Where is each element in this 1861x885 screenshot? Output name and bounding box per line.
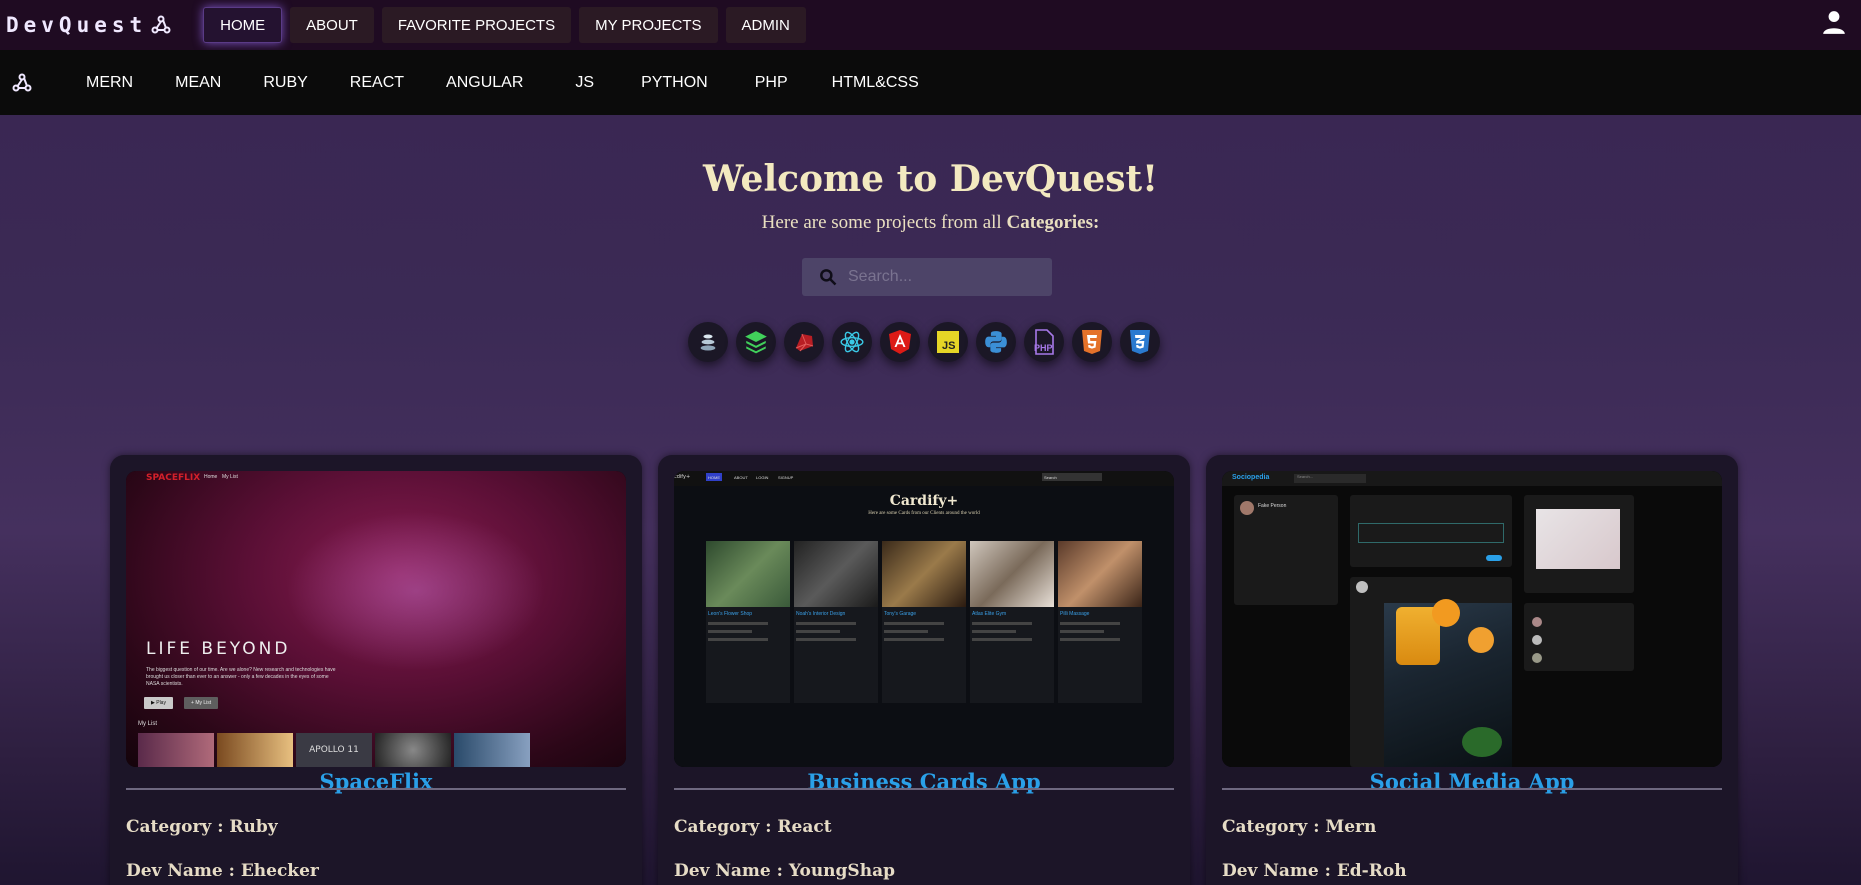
nav-about-button[interactable]: ABOUT	[290, 7, 374, 43]
webhook-icon[interactable]	[10, 71, 34, 95]
preview-mylist-button: + My List	[184, 697, 219, 709]
project-dev-name: Dev Name : Ed-Roh	[1222, 861, 1407, 881]
js-icon[interactable]: JS	[928, 322, 968, 362]
search-icon	[820, 269, 837, 286]
subtitle-text: Here are some projects from all	[761, 212, 1002, 233]
project-card[interactable]: cdify+ HOME ABOUT LOGIN SIGNUP Search Ca…	[658, 455, 1190, 885]
preview-nav-item: LOGIN	[756, 474, 769, 480]
project-title[interactable]: SpaceFlix	[126, 769, 626, 794]
category-html-css-link[interactable]: HTML&CSS	[832, 74, 919, 92]
brand-logo[interactable]: DevQuest	[6, 13, 173, 37]
project-category: Category : React	[674, 817, 832, 837]
category-mern-link[interactable]: MERN	[86, 74, 133, 92]
preview-headline: Cardify+	[889, 493, 959, 509]
preview-description: The biggest question of our time. Are we…	[146, 667, 336, 687]
project-dev-name: Dev Name : YoungShap	[674, 861, 895, 881]
preview-nav-item: Home	[204, 474, 218, 480]
preview-nav-item: SIGNUP	[778, 474, 794, 480]
nav-admin-button[interactable]: ADMIN	[725, 7, 806, 43]
html5-icon[interactable]	[1072, 322, 1112, 362]
tech-filter-icons: JS PHP	[688, 322, 1160, 362]
preview-post	[1350, 577, 1512, 767]
title-divider	[674, 788, 1174, 790]
preview-nav-item: ABOUT	[734, 474, 748, 480]
project-title[interactable]: Social Media App	[1222, 769, 1722, 794]
user-icon[interactable]	[1821, 9, 1847, 35]
preview-post-composer	[1350, 495, 1512, 567]
category-ruby-link[interactable]: RUBY	[263, 74, 307, 92]
title-divider	[1222, 788, 1722, 790]
react-icon[interactable]	[832, 322, 872, 362]
category-python-link[interactable]: PYTHON	[641, 74, 708, 92]
nav-home-button[interactable]: HOME	[203, 7, 283, 43]
main-menu: HOME ABOUT FAVORITE PROJECTS MY PROJECTS…	[203, 7, 806, 43]
page-title: Welcome to DevQuest!	[703, 158, 1158, 200]
preview-profile-panel: Fake Person	[1234, 495, 1338, 605]
preview-search: Search...	[1294, 474, 1366, 483]
project-preview-image[interactable]: cdify+ HOME ABOUT LOGIN SIGNUP Search Ca…	[674, 471, 1174, 767]
python-icon[interactable]	[976, 322, 1016, 362]
preview-thumbnails: APOLLO 11	[138, 733, 530, 767]
hero-section: Welcome to DevQuest! Here are some proje…	[0, 115, 1861, 362]
preview-sponsored	[1524, 495, 1634, 593]
project-preview-image[interactable]: Sociopedia Search... Fake Person	[1222, 471, 1722, 767]
brand-name: DevQuest	[6, 13, 148, 37]
preview-headline: LIFE BEYOND	[146, 639, 291, 659]
nav-favorite-projects-button[interactable]: FAVORITE PROJECTS	[381, 7, 572, 43]
category-links: MERN MEAN RUBY REACT ANGULAR JS PYTHON P…	[86, 74, 961, 92]
ruby-icon[interactable]	[784, 322, 824, 362]
svg-text:JS: JS	[942, 340, 955, 352]
category-react-link[interactable]: REACT	[350, 74, 404, 92]
preview-business-card: Noah's Interior Design	[794, 541, 878, 703]
preview-logo: cdify+	[674, 474, 691, 480]
search-box[interactable]	[802, 258, 1052, 296]
preview-play-button: ▶ Play	[144, 697, 173, 709]
preview-friend-list	[1524, 603, 1634, 671]
project-card[interactable]: SPACEFLIX Home My List LIFE BEYOND The b…	[110, 455, 642, 885]
preview-subtitle: Here are some Cards from our Clients aro…	[868, 511, 980, 516]
php-icon[interactable]: PHP	[1024, 322, 1064, 362]
preview-business-card: Atlas Elite Gym	[970, 541, 1054, 703]
preview-nav-item: HOME	[706, 473, 722, 481]
svg-text:PHP: PHP	[1034, 343, 1053, 353]
category-php-link[interactable]: PHP	[755, 74, 788, 92]
category-mean-link[interactable]: MEAN	[175, 74, 221, 92]
project-category: Category : Ruby	[126, 817, 278, 837]
nav-my-projects-button[interactable]: MY PROJECTS	[579, 7, 718, 43]
webhook-icon	[151, 15, 171, 34]
top-navbar: DevQuest HOME ABOUT FAVORITE PROJECTS MY…	[0, 0, 1861, 50]
title-divider	[126, 788, 626, 790]
preview-thumb-label: APOLLO 11	[296, 733, 372, 767]
category-navbar: MERN MEAN RUBY REACT ANGULAR JS PYTHON P…	[0, 50, 1861, 115]
preview-username: Fake Person	[1258, 503, 1287, 509]
preview-logo: Sociopedia	[1232, 474, 1270, 481]
project-card[interactable]: Sociopedia Search... Fake Person Social …	[1206, 455, 1738, 885]
search-input[interactable]	[848, 268, 1038, 286]
project-title[interactable]: Business Cards App	[674, 769, 1174, 794]
project-preview-image[interactable]: SPACEFLIX Home My List LIFE BEYOND The b…	[126, 471, 626, 767]
preview-nav-item: My List	[222, 474, 238, 480]
project-dev-name: Dev Name : Ehecker	[126, 861, 319, 881]
category-angular-link[interactable]: ANGULAR	[446, 74, 523, 92]
angular-icon[interactable]	[880, 322, 920, 362]
preview-business-card: Leon's Flower Shop	[706, 541, 790, 703]
category-js-link[interactable]: JS	[575, 74, 594, 92]
preview-search: Search	[1042, 473, 1102, 481]
css3-icon[interactable]	[1120, 322, 1160, 362]
preview-row-title: My List	[138, 721, 158, 727]
project-category: Category : Mern	[1222, 817, 1377, 837]
preview-business-card: Pilli Massage	[1058, 541, 1142, 703]
subtitle-bold: Categories:	[1006, 212, 1100, 233]
preview-logo: SPACEFLIX	[146, 473, 201, 483]
layers-icon[interactable]	[736, 322, 776, 362]
preview-business-card: Tony's Garage	[882, 541, 966, 703]
page-subtitle: Here are some projects from all Categori…	[0, 212, 1861, 234]
stack-icon[interactable]	[688, 322, 728, 362]
